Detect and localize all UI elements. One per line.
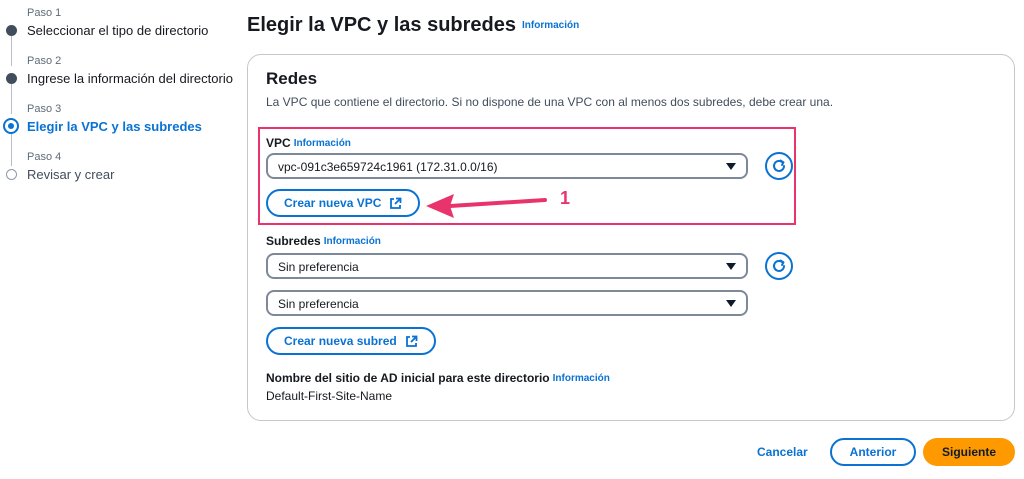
page-title-text: Elegir la VPC y las subredes bbox=[247, 14, 517, 36]
step-2-label: Ingrese la información del directorio bbox=[27, 71, 233, 86]
chevron-down-icon bbox=[726, 263, 736, 270]
step-4-label: Revisar y crear bbox=[27, 167, 115, 182]
subnet-select-1-value: Sin preferencia bbox=[278, 260, 359, 274]
step-3-label: Elegir la VPC y las subredes bbox=[27, 119, 202, 134]
page-title: Elegir la VPC y las subredes Información bbox=[247, 14, 579, 37]
step-1-label: Seleccionar el tipo de directorio bbox=[27, 23, 209, 38]
cancel-button[interactable]: Cancelar bbox=[757, 445, 808, 459]
annotation-arrow-icon bbox=[426, 194, 547, 218]
step-4: Paso 4 Revisar y crear bbox=[27, 151, 114, 182]
wizard-steps: Paso 1 Seleccionar el tipo de directorio… bbox=[0, 0, 240, 479]
subnet-select-1[interactable]: Sin preferencia bbox=[266, 253, 748, 279]
step-2[interactable]: Paso 2 Ingrese la información del direct… bbox=[27, 55, 233, 86]
annotation-number: 1 bbox=[560, 188, 571, 208]
step-4-indicator-icon bbox=[6, 169, 17, 180]
step-1-indicator-icon bbox=[6, 25, 17, 36]
subnet-select-2-value: Sin preferencia bbox=[278, 297, 359, 311]
create-subnet-button[interactable]: Crear nueva subred bbox=[266, 327, 436, 355]
create-subnet-label: Crear nueva subred bbox=[284, 334, 397, 348]
step-2-number: Paso 2 bbox=[27, 55, 62, 67]
refresh-icon bbox=[773, 259, 785, 272]
step-connector bbox=[11, 134, 12, 166]
previous-button[interactable]: Anterior bbox=[830, 438, 916, 466]
external-link-icon bbox=[405, 335, 418, 347]
ad-site-info-link[interactable]: Información bbox=[553, 373, 610, 384]
step-3-number: Paso 3 bbox=[27, 103, 62, 115]
networks-title: Redes bbox=[266, 69, 318, 88]
step-3: Paso 3 Elegir la VPC y las subredes bbox=[27, 103, 202, 134]
step-1-number: Paso 1 bbox=[27, 7, 62, 19]
subnets-refresh-button[interactable] bbox=[765, 252, 793, 280]
ad-site-label-text: Nombre del sitio de AD inicial para este… bbox=[266, 371, 550, 385]
subnets-info-link[interactable]: Información bbox=[324, 236, 381, 247]
subnets-label: Subredes Información bbox=[266, 234, 381, 248]
subnet-select-2[interactable]: Sin preferencia bbox=[266, 290, 748, 316]
networks-panel: Redes La VPC que contiene el directorio.… bbox=[247, 54, 1015, 421]
page-info-link[interactable]: Información bbox=[522, 20, 579, 31]
networks-description: La VPC que contiene el directorio. Si no… bbox=[266, 95, 834, 109]
step-2-indicator-icon bbox=[6, 73, 17, 84]
step-connector bbox=[11, 84, 12, 114]
ad-site-label: Nombre del sitio de AD inicial para este… bbox=[266, 371, 610, 385]
next-button[interactable]: Siguiente bbox=[923, 438, 1015, 466]
chevron-down-icon bbox=[726, 300, 736, 307]
step-4-number: Paso 4 bbox=[27, 151, 62, 163]
step-3-indicator-icon bbox=[3, 118, 19, 134]
step-connector bbox=[11, 36, 12, 66]
subnets-label-text: Subredes bbox=[266, 234, 321, 248]
step-1[interactable]: Paso 1 Seleccionar el tipo de directorio bbox=[27, 7, 208, 38]
ad-site-value: Default-First-Site-Name bbox=[266, 389, 393, 403]
